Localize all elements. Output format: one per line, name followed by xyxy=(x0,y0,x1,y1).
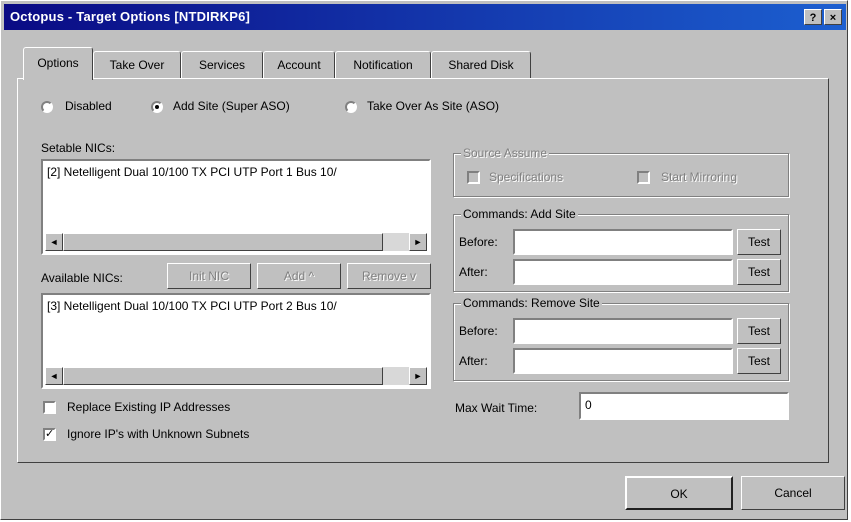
title-bar[interactable]: Octopus - Target Options [NTDIRKP6] ? × xyxy=(4,4,846,30)
help-button[interactable]: ? xyxy=(804,9,822,25)
add-before-input[interactable] xyxy=(513,229,733,255)
init-nic-button[interactable]: Init NIC xyxy=(167,263,251,289)
scroll-left-icon[interactable]: ◄ xyxy=(45,233,63,251)
radio-disabled[interactable] xyxy=(41,101,53,113)
specifications-checkbox[interactable] xyxy=(467,171,480,184)
add-before-test-button[interactable]: Test xyxy=(737,229,781,255)
specifications-label[interactable]: Specifications xyxy=(489,170,563,184)
scroll-left-icon[interactable]: ◄ xyxy=(45,367,63,385)
cancel-button[interactable]: Cancel xyxy=(741,476,845,510)
scroll-thumb[interactable] xyxy=(63,233,383,251)
setable-nics-list[interactable]: [2] Netelligent Dual 10/100 TX PCI UTP P… xyxy=(41,159,431,255)
remove-before-test-button[interactable]: Test xyxy=(737,318,781,344)
add-after-test-button[interactable]: Test xyxy=(737,259,781,285)
ignore-ips-checkbox[interactable]: ✓ xyxy=(43,428,56,441)
target-options-dialog: Octopus - Target Options [NTDIRKP6] ? × … xyxy=(0,0,848,520)
radio-take-over-as-site[interactable] xyxy=(345,101,357,113)
remove-before-label: Before: xyxy=(459,324,498,338)
list-item[interactable]: [2] Netelligent Dual 10/100 TX PCI UTP P… xyxy=(47,165,337,179)
add-button[interactable]: Add ^ xyxy=(257,263,341,289)
available-nics-scrollbar[interactable]: ◄ ► xyxy=(45,367,427,385)
add-after-label: After: xyxy=(459,265,488,279)
scroll-right-icon[interactable]: ► xyxy=(409,233,427,251)
ok-button[interactable]: OK xyxy=(625,476,733,510)
radio-add-site[interactable] xyxy=(151,101,163,113)
radio-disabled-label[interactable]: Disabled xyxy=(65,99,112,113)
setable-nics-scrollbar[interactable]: ◄ ► xyxy=(45,233,427,251)
tab-shared-disk[interactable]: Shared Disk xyxy=(431,51,531,79)
tab-services[interactable]: Services xyxy=(181,51,263,79)
list-item[interactable]: [3] Netelligent Dual 10/100 TX PCI UTP P… xyxy=(47,299,337,313)
scroll-right-icon[interactable]: ► xyxy=(409,367,427,385)
add-before-label: Before: xyxy=(459,235,498,249)
ignore-ips-label[interactable]: Ignore IP's with Unknown Subnets xyxy=(67,427,249,441)
remove-after-test-button[interactable]: Test xyxy=(737,348,781,374)
tab-options[interactable]: Options xyxy=(23,47,93,80)
window-title: Octopus - Target Options [NTDIRKP6] xyxy=(10,9,251,24)
replace-ip-checkbox[interactable] xyxy=(43,401,56,414)
max-wait-time-input[interactable]: 0 xyxy=(579,392,789,420)
tab-account[interactable]: Account xyxy=(263,51,335,79)
close-button[interactable]: × xyxy=(824,9,842,25)
scroll-thumb[interactable] xyxy=(63,367,383,385)
start-mirroring-checkbox[interactable] xyxy=(637,171,650,184)
setable-nics-label: Setable NICs: xyxy=(41,141,116,155)
max-wait-time-label: Max Wait Time: xyxy=(455,401,538,415)
commands-remove-site-label: Commands: Remove Site xyxy=(461,296,602,310)
commands-add-site-label: Commands: Add Site xyxy=(461,207,578,221)
radio-take-over-as-site-label[interactable]: Take Over As Site (ASO) xyxy=(367,99,499,113)
radio-add-site-label[interactable]: Add Site (Super ASO) xyxy=(173,99,290,113)
tab-notification[interactable]: Notification xyxy=(335,51,431,79)
remove-button[interactable]: Remove v xyxy=(347,263,431,289)
remove-after-label: After: xyxy=(459,354,488,368)
replace-ip-label[interactable]: Replace Existing IP Addresses xyxy=(67,400,230,414)
available-nics-label: Available NICs: xyxy=(41,271,123,285)
remove-after-input[interactable] xyxy=(513,348,733,374)
add-after-input[interactable] xyxy=(513,259,733,285)
available-nics-list[interactable]: [3] Netelligent Dual 10/100 TX PCI UTP P… xyxy=(41,293,431,389)
tab-take-over[interactable]: Take Over xyxy=(93,51,181,79)
start-mirroring-label[interactable]: Start Mirroring xyxy=(661,170,737,184)
source-assume-label: Source Assume xyxy=(461,146,550,160)
remove-before-input[interactable] xyxy=(513,318,733,344)
